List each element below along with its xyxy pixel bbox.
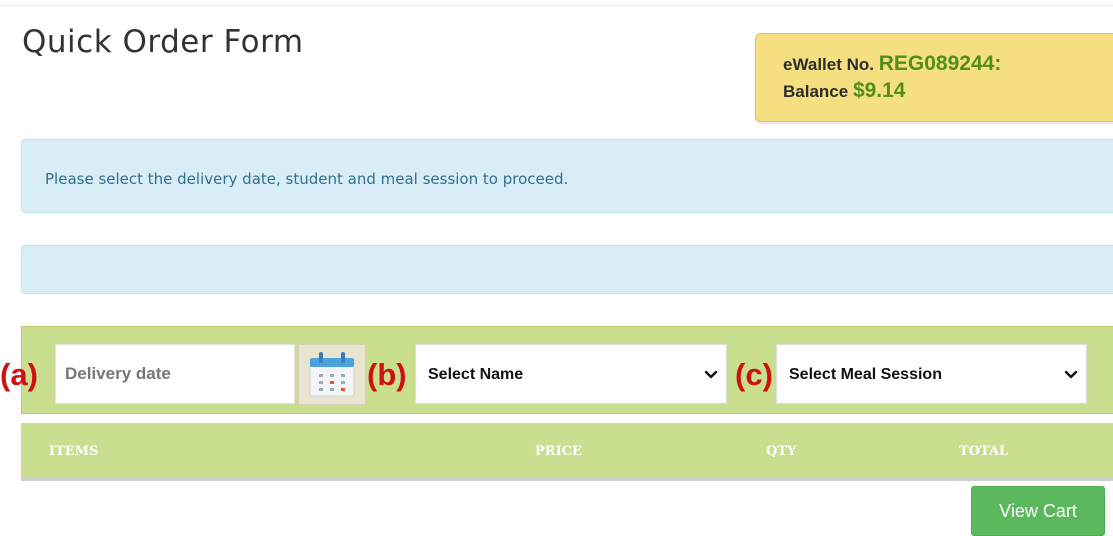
annotation-c: (c) (735, 357, 773, 392)
wallet-number: REG089244 (878, 52, 995, 75)
order-table-header: ITEMS PRICE QTY TOTAL (21, 423, 1113, 481)
wallet-separator: : (994, 52, 1002, 75)
meal-session-select-value: Select Meal Session (789, 366, 942, 383)
top-divider (0, 0, 1113, 6)
wallet-number-line: eWallet No. REG089244: (783, 51, 1113, 78)
chevron-down-icon (704, 370, 718, 379)
wallet-label: eWallet No. (783, 55, 874, 74)
balance-value: $9.14 (852, 79, 906, 102)
delivery-date-input[interactable] (55, 344, 295, 404)
calendar-icon (309, 352, 355, 397)
info-alert-text: Please select the delivery date, student… (45, 170, 569, 188)
ewallet-panel: eWallet No. REG089244: Balance $9.14 (755, 33, 1113, 122)
meal-session-select[interactable]: Select Meal Session (776, 344, 1087, 404)
view-cart-button[interactable]: View Cart (971, 486, 1105, 536)
student-name-select-value: Select Name (428, 366, 524, 383)
annotation-b: (b) (367, 357, 407, 392)
wallet-balance-line: Balance $9.14 (783, 78, 1113, 105)
column-header-price: PRICE (535, 444, 582, 459)
calendar-button[interactable] (298, 344, 366, 405)
page-title: Quick Order Form (22, 24, 304, 60)
empty-alert (21, 245, 1113, 294)
column-header-items: ITEMS (49, 444, 99, 459)
column-header-total: TOTAL (959, 444, 1009, 459)
student-name-select[interactable]: Select Name (415, 344, 727, 404)
balance-label: Balance (783, 82, 849, 101)
info-alert: Please select the delivery date, student… (21, 139, 1113, 213)
chevron-down-icon (1064, 370, 1078, 379)
annotation-a: (a) (0, 357, 38, 392)
column-header-qty: QTY (766, 444, 797, 459)
